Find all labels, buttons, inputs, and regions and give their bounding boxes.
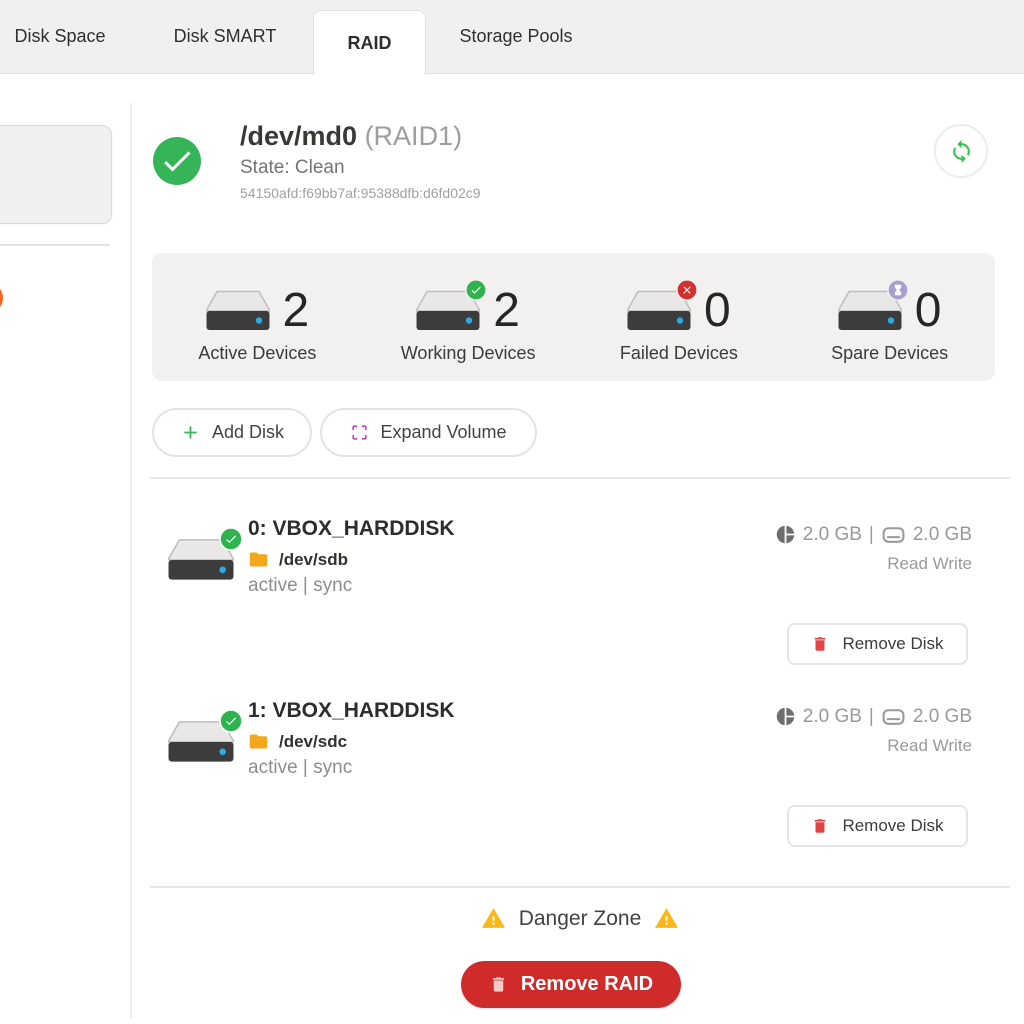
pie-chart-icon bbox=[775, 706, 796, 727]
failed-cross-badge-icon bbox=[676, 279, 698, 301]
disk-size-used: 2.0 GB bbox=[803, 706, 862, 728]
raid-management-page: Disk Space Disk SMART RAID Storage Pools… bbox=[0, 0, 1024, 1024]
working-check-badge-icon bbox=[465, 279, 487, 301]
plus-icon bbox=[180, 422, 201, 443]
working-devices-count: 2 bbox=[493, 288, 520, 334]
device-stats-panel: 2 Active Devices bbox=[152, 253, 995, 381]
size-separator: | bbox=[869, 706, 874, 728]
remove-raid-label: Remove RAID bbox=[521, 973, 653, 996]
drive-icon bbox=[881, 522, 906, 547]
folder-icon bbox=[248, 731, 269, 752]
failed-devices-count: 0 bbox=[704, 288, 731, 334]
spare-hourglass-badge-icon bbox=[887, 279, 909, 301]
sidebar-card[interactable] bbox=[0, 125, 112, 224]
disk-mode: Read Write bbox=[887, 554, 972, 574]
disk-icon bbox=[416, 290, 480, 332]
expand-volume-button[interactable]: Expand Volume bbox=[320, 408, 537, 457]
refresh-button[interactable] bbox=[934, 124, 988, 178]
stat-failed-devices: 0 Failed Devices bbox=[574, 270, 785, 364]
disk-state: active | sync bbox=[248, 757, 352, 779]
disk-mode: Read Write bbox=[887, 736, 972, 756]
trash-icon bbox=[489, 975, 508, 994]
trash-icon bbox=[811, 635, 829, 653]
active-devices-count: 2 bbox=[283, 288, 310, 334]
disk-row: 0: VBOX_HARDDISK /dev/sdb active | sync … bbox=[150, 505, 1010, 680]
section-divider bbox=[150, 477, 1010, 479]
disk-size-used: 2.0 GB bbox=[803, 524, 862, 546]
disk-icon bbox=[168, 538, 234, 584]
disk-ok-check-badge-icon bbox=[219, 527, 243, 551]
trash-icon bbox=[811, 817, 829, 835]
stat-spare-devices: 0 Spare Devices bbox=[784, 270, 995, 364]
expand-icon bbox=[350, 423, 369, 442]
disk-icon bbox=[206, 290, 270, 332]
raid-state: State: Clean bbox=[240, 157, 481, 179]
spare-devices-count: 0 bbox=[915, 288, 942, 334]
refresh-icon bbox=[949, 139, 974, 164]
disk-size-total: 2.0 GB bbox=[913, 706, 972, 728]
raid-title: /dev/md0 (RAID1) bbox=[240, 121, 481, 152]
remove-disk-label: Remove Disk bbox=[842, 816, 943, 836]
warning-icon bbox=[481, 906, 506, 931]
sidebar-content-divider bbox=[130, 103, 132, 1018]
tab-disk-space[interactable]: Disk Space bbox=[6, 0, 114, 73]
section-divider bbox=[150, 886, 1010, 888]
tab-bar: Disk Space Disk SMART RAID Storage Pools bbox=[0, 0, 1024, 74]
raid-header: /dev/md0 (RAID1) State: Clean 54150afd:f… bbox=[240, 121, 481, 201]
size-separator: | bbox=[869, 524, 874, 546]
disk-ok-check-badge-icon bbox=[219, 709, 243, 733]
tab-storage-pools[interactable]: Storage Pools bbox=[450, 0, 582, 73]
expand-volume-label: Expand Volume bbox=[380, 422, 506, 443]
sidebar-divider bbox=[0, 244, 110, 246]
danger-zone-header: Danger Zone bbox=[150, 906, 1010, 931]
add-disk-button[interactable]: Add Disk bbox=[152, 408, 312, 457]
tab-raid[interactable]: RAID bbox=[313, 10, 426, 75]
add-disk-label: Add Disk bbox=[212, 422, 284, 443]
disk-title: 1: VBOX_HARDDISK bbox=[248, 699, 455, 723]
disk-icon bbox=[627, 290, 691, 332]
disk-size-total: 2.0 GB bbox=[913, 524, 972, 546]
remove-disk-button[interactable]: Remove Disk bbox=[787, 805, 968, 847]
disk-sizes: 2.0 GB | 2.0 GB bbox=[775, 522, 972, 547]
raid-device-name: /dev/md0 bbox=[240, 121, 357, 151]
disk-path: /dev/sdb bbox=[279, 550, 348, 570]
disk-icon bbox=[838, 290, 902, 332]
active-devices-label: Active Devices bbox=[198, 343, 316, 364]
drive-icon bbox=[881, 704, 906, 729]
working-devices-label: Working Devices bbox=[401, 343, 536, 364]
danger-zone-title: Danger Zone bbox=[519, 907, 642, 931]
failed-devices-label: Failed Devices bbox=[620, 343, 738, 364]
disk-row: 1: VBOX_HARDDISK /dev/sdc active | sync … bbox=[150, 687, 1010, 862]
raid-uuid: 54150afd:f69bb7af:95388dfb:d6fd02c9 bbox=[240, 185, 481, 201]
pie-chart-icon bbox=[775, 524, 796, 545]
raid-status-check-icon bbox=[153, 137, 201, 185]
disk-path-row: /dev/sdb bbox=[248, 549, 348, 570]
disk-title: 0: VBOX_HARDDISK bbox=[248, 517, 455, 541]
disk-sizes: 2.0 GB | 2.0 GB bbox=[775, 704, 972, 729]
stat-working-devices: 2 Working Devices bbox=[363, 270, 574, 364]
stat-active-devices: 2 Active Devices bbox=[152, 270, 363, 364]
tab-disk-smart[interactable]: Disk SMART bbox=[163, 0, 287, 73]
folder-icon bbox=[248, 549, 269, 570]
warning-icon bbox=[654, 906, 679, 931]
raid-level: (RAID1) bbox=[365, 121, 463, 151]
remove-raid-button[interactable]: Remove RAID bbox=[461, 961, 681, 1008]
spare-devices-label: Spare Devices bbox=[831, 343, 948, 364]
disk-icon bbox=[168, 720, 234, 766]
disk-state: active | sync bbox=[248, 575, 352, 597]
disk-path: /dev/sdc bbox=[279, 732, 347, 752]
disk-path-row: /dev/sdc bbox=[248, 731, 347, 752]
sidebar-orange-badge bbox=[0, 283, 3, 313]
remove-disk-label: Remove Disk bbox=[842, 634, 943, 654]
remove-disk-button[interactable]: Remove Disk bbox=[787, 623, 968, 665]
